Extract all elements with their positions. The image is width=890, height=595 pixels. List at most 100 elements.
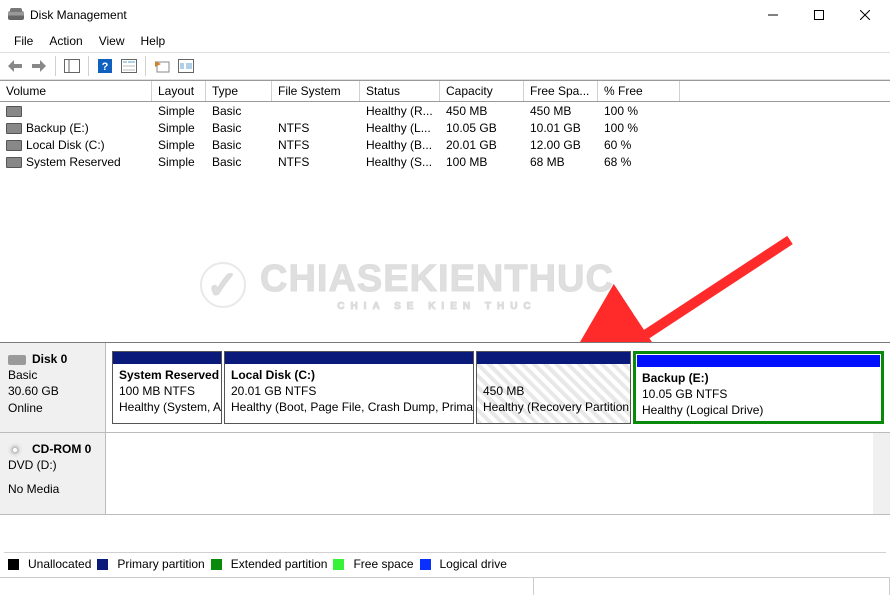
cell-free: 450 MB (524, 104, 598, 118)
table-row[interactable]: System Reserved Simple Basic NTFS Health… (0, 153, 890, 170)
partition-name: Backup (E:) (642, 370, 875, 386)
volume-icon (6, 123, 22, 133)
cell-status: Healthy (R... (360, 104, 440, 118)
back-button[interactable] (4, 55, 26, 77)
partition-container: System Reserved 100 MB NTFS Healthy (Sys… (106, 343, 890, 432)
list-body: Simple Basic Healthy (R... 450 MB 450 MB… (0, 102, 890, 170)
disk-name: Disk 0 (32, 352, 67, 366)
menu-view[interactable]: View (91, 32, 133, 50)
partition-size: 100 MB NTFS (119, 383, 215, 399)
table-row[interactable]: Simple Basic Healthy (R... 450 MB 450 MB… (0, 102, 890, 119)
cell-pct: 100 % (598, 121, 680, 135)
list-header: Volume Layout Type File System Status Ca… (0, 80, 890, 102)
legend-free: Free space (353, 557, 413, 571)
disk-graphic-area: Disk 0 Basic 30.60 GB Online System Rese… (0, 342, 890, 515)
title-bar: Disk Management (0, 0, 890, 30)
menu-bar: File Action View Help (0, 30, 890, 52)
col-volume[interactable]: Volume (0, 81, 152, 101)
toolbar-separator (88, 56, 89, 76)
swatch-unallocated (8, 559, 19, 570)
table-row[interactable]: Local Disk (C:) Simple Basic NTFS Health… (0, 136, 890, 153)
cell-type: Basic (206, 121, 272, 135)
partition-recovery[interactable]: 450 MB Healthy (Recovery Partition (476, 351, 631, 424)
cell-type: Basic (206, 155, 272, 169)
cdrom-name: CD-ROM 0 (32, 442, 91, 456)
status-segment (0, 578, 534, 595)
cell-status: Healthy (S... (360, 155, 440, 169)
toolbar: ? (0, 52, 890, 80)
cell-pct: 60 % (598, 138, 680, 152)
col-type[interactable]: Type (206, 81, 272, 101)
col-free[interactable]: Free Spa... (524, 81, 598, 101)
disk-icon (8, 353, 28, 367)
menu-file[interactable]: File (6, 32, 41, 50)
partition-header (637, 355, 880, 367)
disk-info[interactable]: Disk 0 Basic 30.60 GB Online (0, 343, 106, 432)
watermark-image: ✓ CHIASEKIENTHUC CHIA SE KIEN THUC (260, 258, 614, 312)
legend-primary: Primary partition (117, 557, 204, 571)
properties-icon[interactable] (118, 55, 140, 77)
cell-capacity: 20.01 GB (440, 138, 524, 152)
col-layout[interactable]: Layout (152, 81, 206, 101)
partition-size: 20.01 GB NTFS (231, 383, 467, 399)
partition-header (477, 352, 630, 364)
swatch-free (333, 559, 344, 570)
partition-size: 10.05 GB NTFS (642, 386, 875, 402)
col-spacer (680, 81, 890, 101)
cell-fs: NTFS (272, 155, 360, 169)
partition-system-reserved[interactable]: System Reserved 100 MB NTFS Healthy (Sys… (112, 351, 222, 424)
maximize-button[interactable] (796, 0, 842, 30)
volume-name: System Reserved (26, 155, 121, 169)
close-button[interactable] (842, 0, 888, 30)
col-status[interactable]: Status (360, 81, 440, 101)
partition-status: Healthy (Recovery Partition (483, 399, 624, 415)
col-capacity[interactable]: Capacity (440, 81, 524, 101)
legend: Unallocated Primary partition Extended p… (4, 552, 886, 575)
col-filesystem[interactable]: File System (272, 81, 360, 101)
partition-local-disk-c[interactable]: Local Disk (C:) 20.01 GB NTFS Healthy (B… (224, 351, 474, 424)
menu-help[interactable]: Help (133, 32, 174, 50)
menu-action[interactable]: Action (41, 32, 90, 50)
swatch-logical (420, 559, 431, 570)
cdrom-drive-letter: DVD (D:) (8, 457, 97, 473)
show-hide-console-tree-icon[interactable] (61, 55, 83, 77)
disk-type: Basic (8, 367, 97, 383)
cell-layout: Simple (152, 121, 206, 135)
cell-fs: NTFS (272, 121, 360, 135)
help-icon[interactable]: ? (94, 55, 116, 77)
toolbar-separator (55, 56, 56, 76)
volume-icon (6, 140, 22, 150)
volume-name: Backup (E:) (26, 121, 89, 135)
volume-list[interactable]: Volume Layout Type File System Status Ca… (0, 80, 890, 170)
disk-size: 30.60 GB (8, 383, 97, 399)
partition-status: Healthy (System, A (119, 399, 215, 415)
col-pct-free[interactable]: % Free (598, 81, 680, 101)
forward-button[interactable] (28, 55, 50, 77)
cell-free: 68 MB (524, 155, 598, 169)
volume-name: Local Disk (C:) (26, 138, 105, 152)
volume-icon (6, 157, 22, 167)
status-bar (0, 577, 890, 595)
cdrom-row[interactable]: CD-ROM 0 DVD (D:) No Media (0, 433, 890, 515)
partition-backup-e[interactable]: Backup (E:) 10.05 GB NTFS Healthy (Logic… (633, 351, 884, 424)
toolbar-separator (145, 56, 146, 76)
partition-header (113, 352, 221, 364)
cell-type: Basic (206, 104, 272, 118)
legend-extended: Extended partition (231, 557, 328, 571)
cell-pct: 100 % (598, 104, 680, 118)
cdrom-icon (8, 443, 28, 457)
cell-layout: Simple (152, 138, 206, 152)
partition-name: System Reserved (119, 367, 215, 383)
table-row[interactable]: Backup (E:) Simple Basic NTFS Healthy (L… (0, 119, 890, 136)
settings-icon[interactable] (175, 55, 197, 77)
cell-fs: NTFS (272, 138, 360, 152)
refresh-icon[interactable] (151, 55, 173, 77)
disk-row[interactable]: Disk 0 Basic 30.60 GB Online System Rese… (0, 343, 890, 433)
swatch-extended (211, 559, 222, 570)
vertical-scrollbar[interactable] (873, 433, 890, 514)
cdrom-info[interactable]: CD-ROM 0 DVD (D:) No Media (0, 433, 106, 514)
cell-free: 12.00 GB (524, 138, 598, 152)
minimize-button[interactable] (750, 0, 796, 30)
legend-unallocated: Unallocated (28, 557, 91, 571)
cell-layout: Simple (152, 104, 206, 118)
